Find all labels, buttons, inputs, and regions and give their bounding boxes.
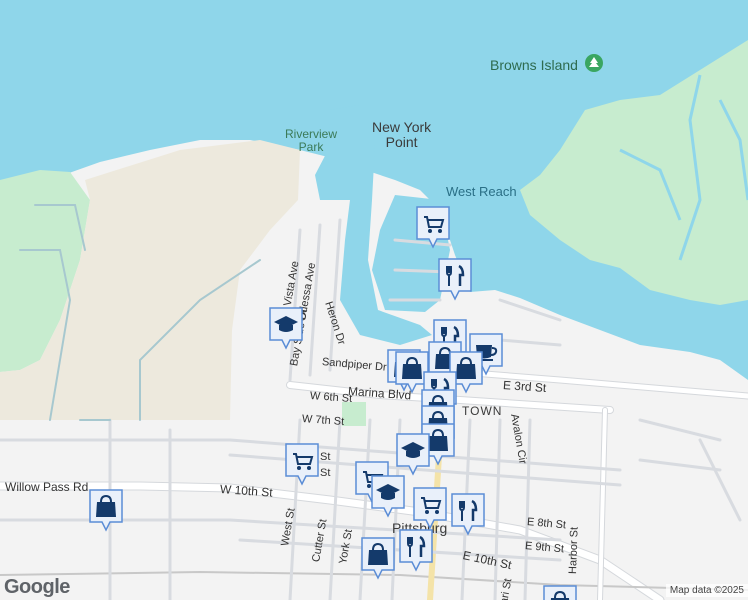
place-label-line2: Park bbox=[298, 140, 324, 154]
map-marker-shopping-bag[interactable] bbox=[360, 536, 396, 580]
map-marker-restaurant[interactable] bbox=[437, 257, 473, 301]
map-marker-restaurant[interactable] bbox=[450, 492, 486, 536]
place-label-browns-island[interactable]: Browns Island bbox=[490, 58, 578, 73]
map-marker-shopping-cart[interactable] bbox=[284, 442, 320, 486]
street-label-willow-pass-rd: Willow Pass Rd bbox=[5, 480, 89, 494]
small-park bbox=[342, 402, 366, 426]
place-label-riverview-park[interactable]: Riverview Park bbox=[285, 128, 337, 154]
map-marker-restaurant[interactable] bbox=[398, 528, 434, 572]
map-marker-school[interactable] bbox=[370, 474, 406, 518]
street-label-fragment: St bbox=[320, 451, 331, 463]
map-marker-school[interactable] bbox=[395, 432, 431, 476]
map-marker-shopping-cart[interactable] bbox=[412, 486, 448, 530]
map-marker-school[interactable] bbox=[268, 306, 304, 350]
place-label-new-york-point[interactable]: New York Point bbox=[372, 120, 431, 150]
map-marker-shopping-cart[interactable] bbox=[415, 205, 451, 249]
street-label-fragment: St bbox=[320, 467, 331, 479]
street-label-harbor-st: Harbor St bbox=[567, 526, 581, 575]
map-marker-shopping-bag[interactable] bbox=[88, 488, 124, 532]
place-label-line1: New York bbox=[372, 119, 432, 135]
park-icon bbox=[585, 54, 603, 72]
water-label-west-reach: West Reach bbox=[446, 184, 517, 199]
map-marker-shopping-bag[interactable] bbox=[542, 584, 578, 600]
map-canvas[interactable]: West Reach New York Point Browns Island … bbox=[0, 0, 748, 600]
place-label-downtown[interactable]: TOWN bbox=[462, 404, 502, 419]
map-data-attribution[interactable]: Map data ©2025 bbox=[665, 584, 748, 597]
street-label-e-3rd-st: E 3rd St bbox=[502, 378, 547, 396]
google-logo: Google bbox=[4, 576, 70, 598]
place-label-line2: Point bbox=[385, 134, 418, 150]
